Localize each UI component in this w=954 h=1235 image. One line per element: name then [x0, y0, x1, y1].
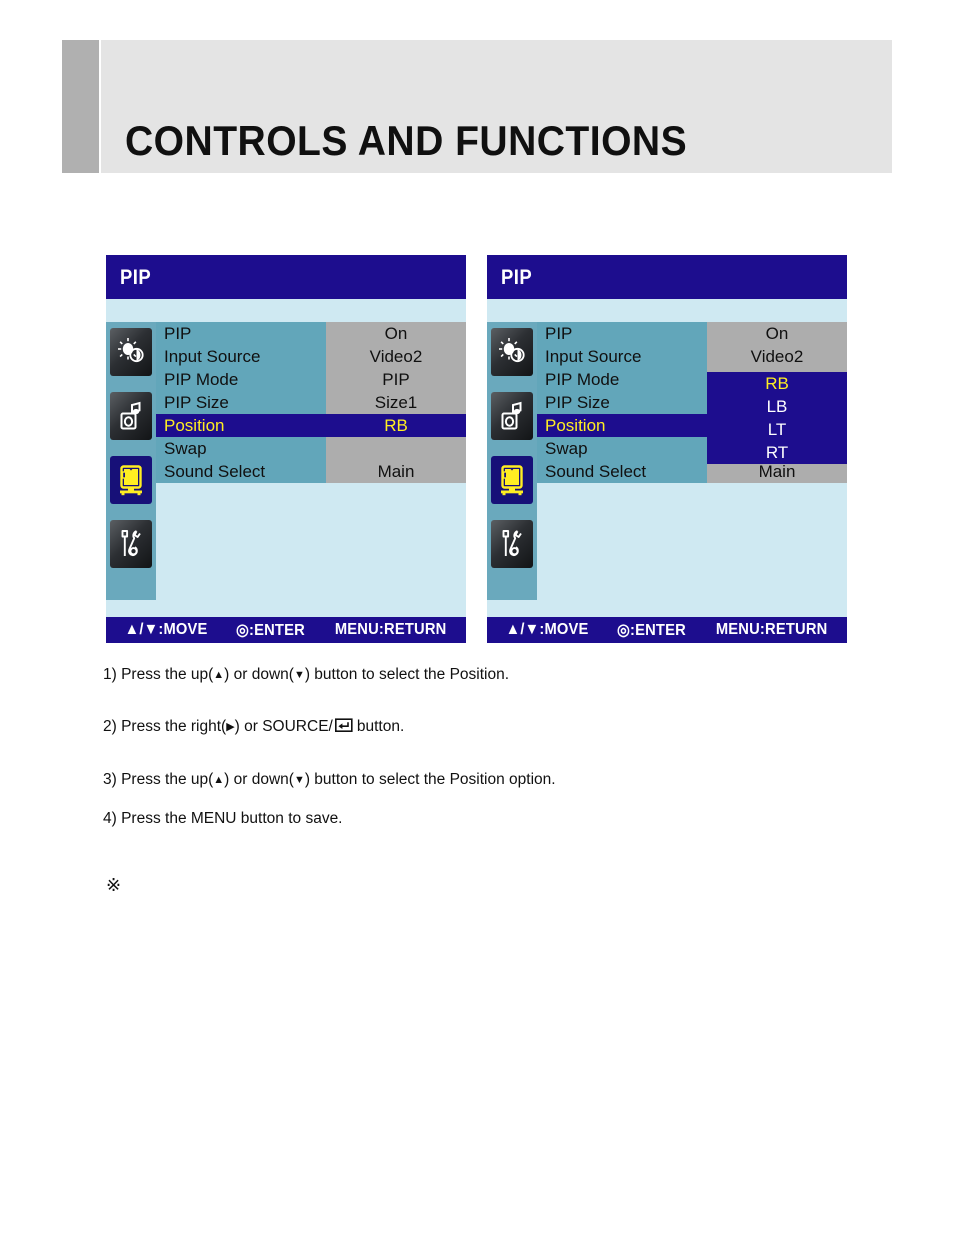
header-body: CONTROLS AND FUNCTIONS [101, 40, 892, 173]
hint-return: MENU:RETURN [334, 621, 447, 638]
osd-row-sound-select[interactable]: Sound Select Main [156, 460, 466, 483]
row-value: Main [326, 460, 466, 483]
dropdown-option-rt[interactable]: RT [707, 441, 847, 464]
osd-icon-rail [106, 322, 156, 600]
hint-move: ▲/▼:MOVE [124, 621, 208, 638]
enter-key-icon [334, 718, 355, 739]
instruction-step-3: 3) Press the up(▲) or down(▼) button to … [103, 771, 556, 789]
hint-move: ▲/▼:MOVE [505, 621, 589, 638]
setup-tools-icon[interactable] [110, 520, 152, 568]
row-value: Video2 [707, 345, 847, 368]
osd-menu-title: PIP [501, 266, 533, 289]
osd-row-input-source[interactable]: Input Source Video2 [537, 345, 847, 368]
row-label: Position [156, 414, 326, 437]
down-arrow-icon: ▼ [293, 774, 305, 786]
instruction-text: ) button to select the Position option. [304, 771, 556, 788]
pip-monitor-icon[interactable] [110, 456, 152, 504]
instruction-text: ) button to select the Position. [304, 666, 510, 683]
osd-row-pip-mode[interactable]: PIP Mode PIP [156, 368, 466, 391]
osd-titlebar: PIP [106, 255, 466, 299]
brightness-contrast-icon[interactable] [491, 328, 533, 376]
row-value: On [326, 322, 466, 345]
instruction-text: ) or SOURCE/ [234, 718, 333, 735]
osd-row-pip[interactable]: PIP On [537, 322, 847, 345]
row-value: PIP [326, 368, 466, 391]
osd-row-swap[interactable]: Swap [156, 437, 466, 460]
brightness-contrast-icon[interactable] [110, 328, 152, 376]
osd-row-pip[interactable]: PIP On [156, 322, 466, 345]
row-label: Swap [537, 437, 707, 460]
dropdown-option-rb[interactable]: RB [707, 372, 847, 395]
row-label: PIP [156, 322, 326, 345]
hint-return: MENU:RETURN [715, 621, 828, 638]
osd-panel-right: PIP PIP On Input Source Video2 PIP Mode … [487, 255, 847, 643]
osd-row-input-source[interactable]: Input Source Video2 [156, 345, 466, 368]
row-value: RB [326, 414, 466, 437]
row-value: On [707, 322, 847, 345]
osd-menu-title: PIP [120, 266, 152, 289]
setup-tools-icon[interactable] [491, 520, 533, 568]
osd-hint-bar: ▲/▼:MOVE ◎:ENTER MENU:RETURN [106, 617, 466, 643]
osd-settings-list: PIP On Input Source Video2 PIP Mode PIP … [156, 322, 466, 483]
row-label: Sound Select [537, 460, 707, 483]
osd-icon-rail [487, 322, 537, 600]
pip-monitor-icon[interactable] [491, 456, 533, 504]
dropdown-option-lt[interactable]: LT [707, 418, 847, 441]
osd-hint-bar: ▲/▼:MOVE ◎:ENTER MENU:RETURN [487, 617, 847, 643]
row-label: Position [537, 414, 707, 437]
osd-titlebar: PIP [487, 255, 847, 299]
row-label: Swap [156, 437, 326, 460]
row-label: Sound Select [156, 460, 326, 483]
row-label: PIP Mode [537, 368, 707, 391]
page-header-banner: CONTROLS AND FUNCTIONS [62, 40, 892, 173]
up-arrow-icon: ▲ [213, 669, 225, 681]
row-label: Input Source [537, 345, 707, 368]
header-accent-bar [62, 40, 99, 173]
instruction-step-1: 1) Press the up(▲) or down(▼) button to … [103, 666, 509, 684]
up-arrow-icon: ▲ [213, 774, 225, 786]
instruction-text: ) or down( [224, 771, 294, 788]
row-label: PIP [537, 322, 707, 345]
row-label: PIP Size [156, 391, 326, 414]
down-arrow-icon: ▼ [293, 669, 305, 681]
osd-row-pip-size[interactable]: PIP Size Size1 [156, 391, 466, 414]
osd-row-position[interactable]: Position RB [156, 414, 466, 437]
row-label: Input Source [156, 345, 326, 368]
position-options-dropdown[interactable]: RB LB LT RT [707, 372, 847, 464]
instruction-step-4: 4) Press the MENU button to save. [103, 810, 343, 827]
instruction-text: 2) Press the right( [103, 718, 227, 735]
row-value: Video2 [326, 345, 466, 368]
instruction-text: ) or down( [224, 666, 294, 683]
osd-panel-left: PIP PIP On Input Source Video2 PIP Mode … [106, 255, 466, 643]
page-title: CONTROLS AND FUNCTIONS [125, 117, 688, 164]
instruction-text: button. [356, 718, 405, 735]
instruction-text: 3) Press the up( [103, 771, 214, 788]
row-value: Size1 [326, 391, 466, 414]
instruction-text: 1) Press the up( [103, 666, 214, 683]
reference-mark: ※ [106, 875, 122, 896]
row-label: PIP Mode [156, 368, 326, 391]
row-value [326, 437, 466, 460]
dropdown-option-lb[interactable]: LB [707, 395, 847, 418]
hint-enter: ◎:ENTER [235, 622, 305, 639]
instruction-step-2: 2) Press the right(▶) or SOURCE/button. [103, 718, 404, 739]
row-label: PIP Size [537, 391, 707, 414]
audio-icon[interactable] [110, 392, 152, 440]
audio-icon[interactable] [491, 392, 533, 440]
right-arrow-icon: ▶ [226, 721, 235, 733]
hint-enter: ◎:ENTER [616, 622, 686, 639]
